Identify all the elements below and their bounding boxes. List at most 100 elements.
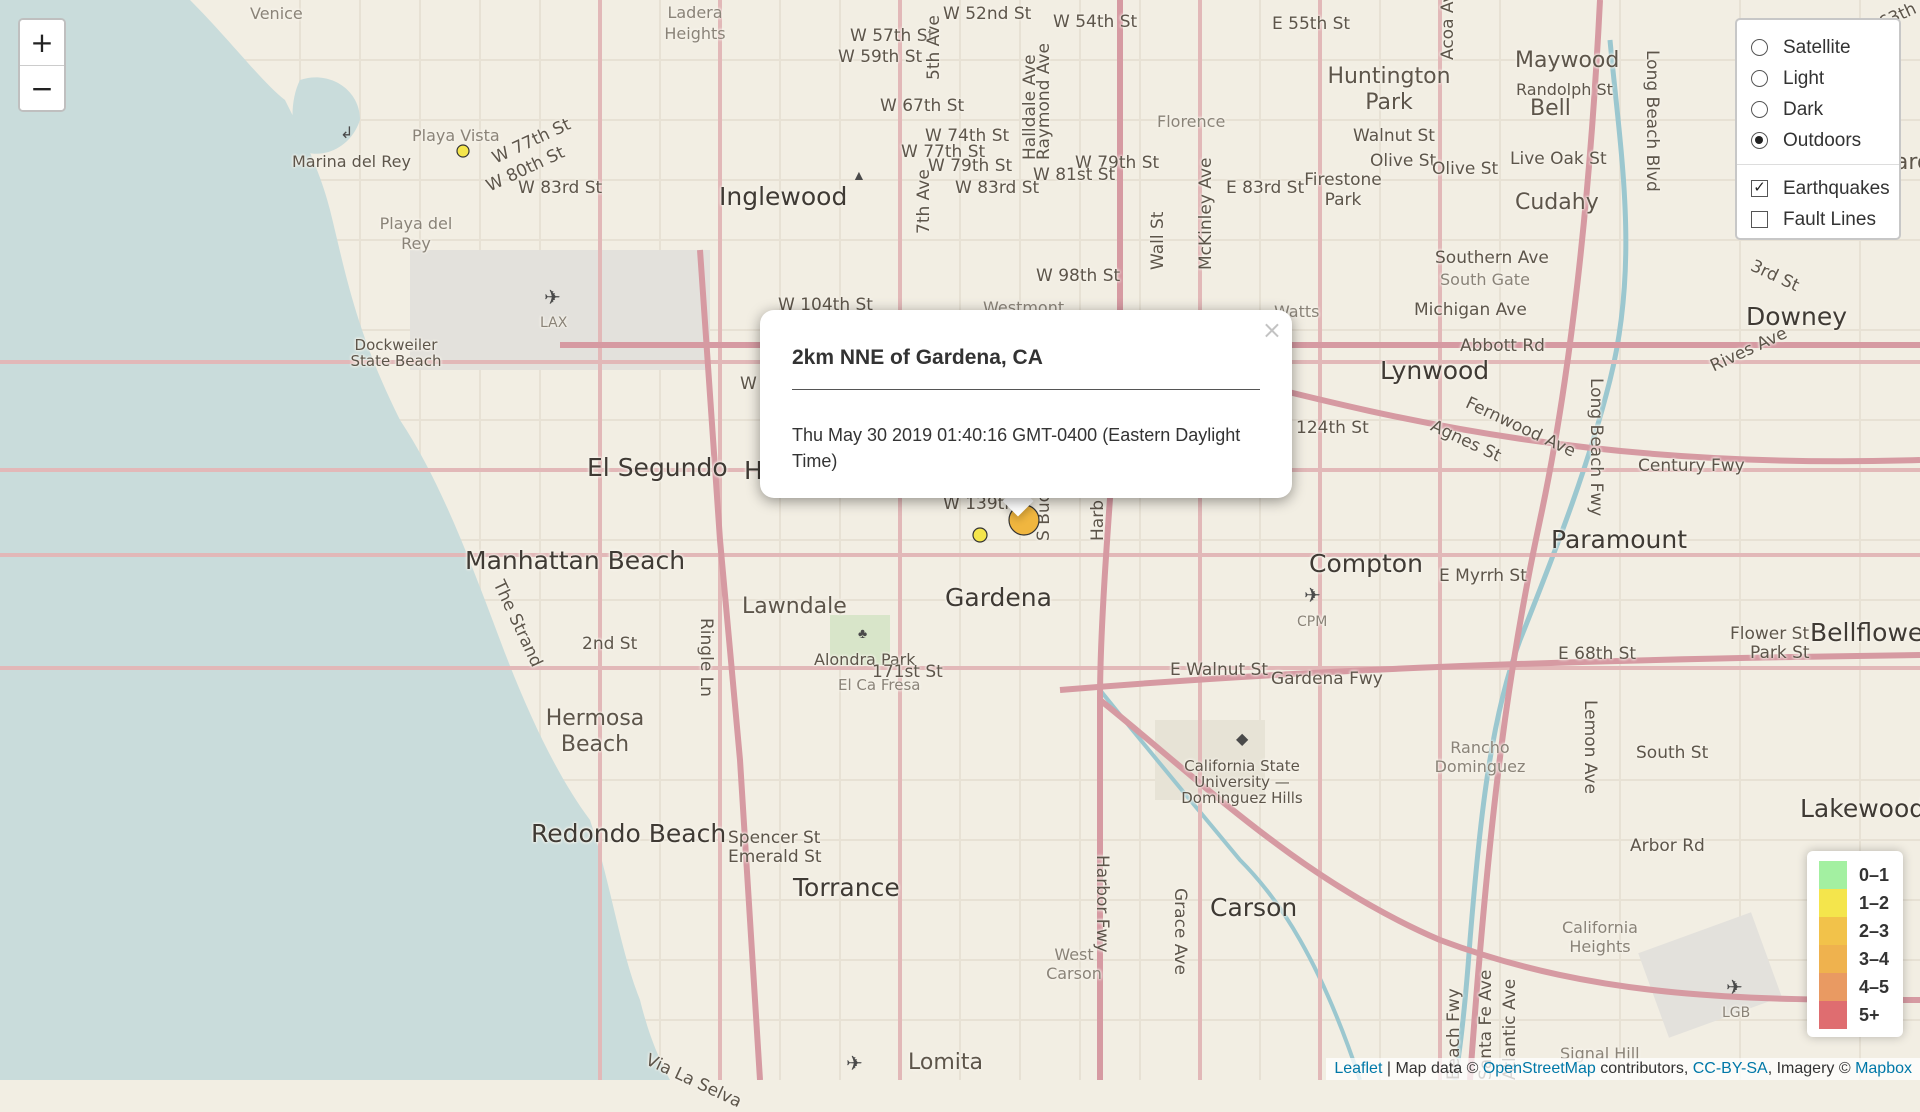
street-label: E 55th St (1272, 14, 1351, 34)
label-firestone-park: Firestone Park (1304, 170, 1382, 210)
street-label: Arbor Rd (1630, 836, 1705, 856)
street-label: E 68th St (1558, 644, 1637, 664)
label-carson: Carson (1210, 893, 1298, 922)
base-layer-outdoors[interactable]: Outdoors (1751, 125, 1887, 156)
label-playa-vista: Playa Vista (412, 126, 500, 145)
street-label: Olive St (1370, 151, 1437, 171)
openstreetmap-link[interactable]: OpenStreetMap (1483, 1060, 1596, 1077)
label-cpm: CPM (1297, 614, 1328, 630)
base-layer-satellite[interactable]: Satellite (1751, 32, 1887, 63)
label-redondo-beach: Redondo Beach (531, 819, 727, 848)
earthquake-popup: × 2km NNE of Gardena, CA Thu May 30 2019… (760, 310, 1292, 498)
street-label: Abbott Rd (1460, 336, 1545, 356)
base-layer-dark[interactable]: Dark (1751, 94, 1887, 125)
legend-swatch (1819, 1001, 1847, 1029)
street-label: 5th Ave (924, 15, 944, 80)
label-el-segundo: El Segundo (587, 453, 728, 482)
street-label: McKinley Ave (1196, 157, 1216, 270)
legend-item: 3–4 (1819, 945, 1903, 973)
street-label: W 67th St (880, 96, 965, 116)
park-tree-icon: ♣ (858, 625, 868, 641)
label-maywood: Maywood (1515, 48, 1620, 73)
legend-label: 4–5 (1859, 976, 1890, 997)
street-label: Acoa Ave (1438, 0, 1458, 60)
street-label: Grace Ave (1170, 888, 1190, 975)
airport-icon: ✈ (544, 287, 561, 309)
overlay-fault-lines[interactable]: Fault Lines (1751, 204, 1887, 235)
popup-title: 2km NNE of Gardena, CA (792, 346, 1043, 369)
zoom-control: + − (18, 18, 66, 112)
street-label: South St (1636, 743, 1709, 763)
label-bellflower: Bellflowe (1810, 618, 1920, 647)
street-label: W 57th St (850, 26, 935, 46)
street-label: E Walnut St (1170, 660, 1269, 680)
attribution-text: , Imagery © (1767, 1060, 1856, 1077)
street-label: Olive St (1432, 159, 1499, 179)
street-label: E Myrrh St (1439, 566, 1527, 586)
label-manhattan-beach: Manhattan Beach (465, 546, 686, 575)
label-ladera-heights: Ladera Heights (664, 3, 726, 43)
base-layer-label: Satellite (1783, 36, 1851, 58)
zoom-out-button[interactable]: − (20, 65, 64, 110)
popup-close-button[interactable]: × (1262, 316, 1282, 344)
street-label: Michigan Ave (1414, 300, 1527, 320)
popup-time: Thu May 30 2019 01:40:16 GMT-0400 (Easte… (792, 425, 1241, 471)
street-label: Live Oak St (1510, 149, 1607, 169)
earthquake-marker[interactable] (456, 144, 470, 158)
license-link[interactable]: CC-BY-SA (1693, 1060, 1768, 1077)
label-california-heights: California Heights (1562, 918, 1638, 956)
label-playa-del-rey: Playa del Rey (379, 214, 453, 253)
legend-swatch (1819, 945, 1847, 973)
map-canvas[interactable]: Venice Ladera Heights Playa Vista Marina… (0, 0, 1920, 1112)
street-label: Southern Ave (1435, 248, 1549, 268)
street-label: W 98th St (1036, 266, 1121, 286)
street-label: Lemon Ave (1580, 700, 1600, 794)
airport-icon: ✈ (1726, 977, 1743, 999)
attribution-text: | Map data © (1382, 1060, 1483, 1077)
street-label: Randolph St (1516, 80, 1613, 99)
university-icon: ◆ (1236, 731, 1249, 748)
label-lax: LAX (540, 315, 568, 331)
label-paramount: Paramount (1551, 525, 1688, 554)
label-marina-del-rey: Marina del Rey (292, 152, 411, 171)
airport-icon: ✈ (846, 1053, 863, 1075)
street-label: 7th Ave (914, 169, 934, 234)
label-gardena: Gardena (945, 583, 1052, 612)
popup-divider (792, 389, 1260, 390)
attribution-text: contributors, (1595, 1060, 1693, 1077)
lax-airfield (410, 250, 710, 370)
street-label: Harb (1088, 500, 1108, 541)
base-layer-label: Light (1783, 67, 1825, 89)
street-label: Flower St (1730, 624, 1810, 644)
leaflet-link[interactable]: Leaflet (1334, 1060, 1382, 1077)
radio-satellite[interactable] (1751, 39, 1768, 56)
radio-dark[interactable] (1751, 101, 1768, 118)
label-csu-dh: California State University — Dominguez … (1181, 757, 1303, 807)
street-label: W 54th St (1053, 12, 1138, 32)
radio-light[interactable] (1751, 70, 1768, 87)
overlay-earthquakes[interactable]: ✓ Earthquakes (1751, 173, 1890, 204)
zoom-in-button[interactable]: + (20, 20, 64, 65)
label-torrance: Torrance (793, 873, 900, 902)
street-label: Century Fwy (1638, 456, 1745, 476)
street-label: W 83rd St (518, 178, 603, 198)
radio-outdoors[interactable] (1751, 132, 1768, 149)
street-label: W 81st St (1033, 165, 1116, 185)
base-layer-light[interactable]: Light (1751, 63, 1887, 94)
legend-item: 4–5 (1819, 973, 1903, 1001)
label-compton: Compton (1309, 549, 1423, 578)
legend-item: 0–1 (1819, 861, 1903, 889)
label-lawndale: Lawndale (742, 594, 847, 619)
earthquake-marker[interactable] (972, 527, 988, 543)
mapbox-link[interactable]: Mapbox (1855, 1060, 1912, 1077)
legend-swatch (1819, 861, 1847, 889)
checkbox-fault-lines[interactable] (1751, 211, 1768, 228)
street-label: Spencer St (728, 828, 821, 848)
legend-label: 0–1 (1859, 864, 1890, 885)
checkbox-earthquakes[interactable]: ✓ (1751, 180, 1768, 197)
legend-label: 1–2 (1859, 892, 1890, 913)
map-attribution: Leaflet | Map data © OpenStreetMap contr… (1326, 1058, 1920, 1080)
label-inglewood: Inglewood (719, 182, 848, 211)
label-huntington-park: Huntington Park (1327, 64, 1451, 115)
magnitude-legend: 0–1 1–2 2–3 3–4 4–5 5+ (1807, 851, 1903, 1037)
